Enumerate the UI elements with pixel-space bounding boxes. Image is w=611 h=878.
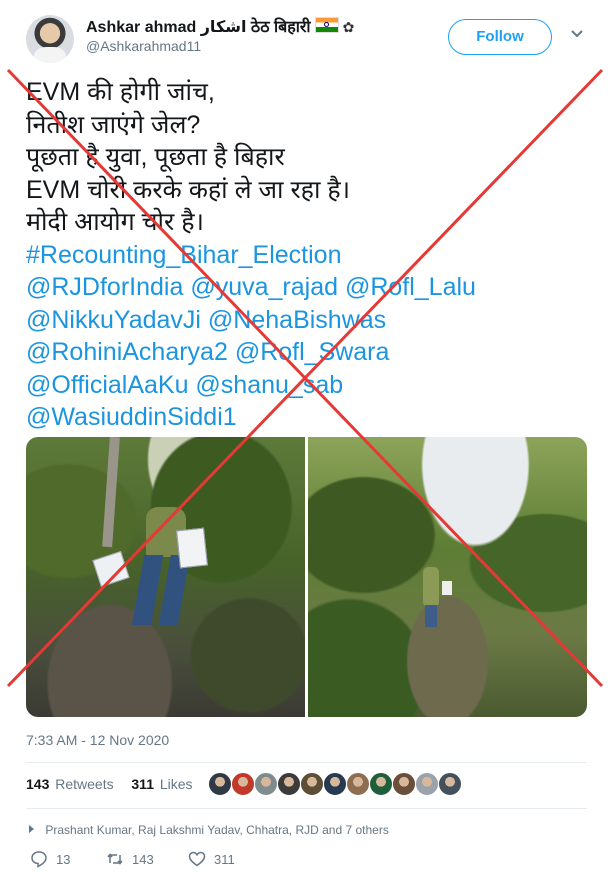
retweet-button[interactable]: 143	[106, 850, 154, 868]
user-handle[interactable]: @Ashkarahmad11	[86, 38, 201, 54]
india-flag-icon	[314, 17, 339, 33]
person-legs	[425, 605, 437, 627]
liker-avatar[interactable]	[369, 772, 393, 796]
hashtag-link[interactable]: #Recounting_Bihar_Election	[26, 239, 596, 272]
likes-label[interactable]: Likes	[160, 776, 193, 792]
replied-by: Prashant Kumar, Raj Lakshmi Yadav, Chhat…	[26, 823, 389, 837]
display-name[interactable]: Ashkar ahmad اشکار ठेठ बिहारी	[86, 19, 311, 36]
likes-count[interactable]: 311	[131, 776, 154, 792]
replied-by-text[interactable]: Prashant Kumar, Raj Lakshmi Yadav, Chhat…	[45, 823, 389, 837]
liker-avatar[interactable]	[415, 772, 439, 796]
like-count: 311	[214, 852, 235, 867]
evm-box	[442, 581, 452, 595]
tweet-media	[26, 437, 587, 717]
liker-avatar[interactable]	[300, 772, 324, 796]
gear-icon: ✿	[342, 19, 355, 35]
retweet-count: 143	[132, 852, 154, 867]
tweet-line: EVM चोरी करके कहां ले जा रहा है।	[26, 175, 351, 204]
reply-button[interactable]: 13	[30, 850, 70, 868]
mention-links[interactable]: @RJDforIndia @yuva_rajad @Rofl_Lalu	[26, 271, 596, 304]
mention-links[interactable]: @RohiniAcharya2 @Rofl_Swara	[26, 336, 596, 369]
tweet-line: EVM की होगी जांच,	[26, 78, 215, 106]
retweets-label[interactable]: Retweets	[55, 776, 113, 792]
reply-count: 13	[56, 852, 71, 867]
mention-links[interactable]: @NikkuYadavJi @NehaBishwas	[26, 304, 596, 337]
liker-avatar[interactable]	[346, 772, 370, 796]
photo-left[interactable]	[26, 437, 305, 717]
liker-avatar[interactable]	[231, 772, 255, 796]
mention-links[interactable]: @WasiuddinSiddi1	[26, 401, 596, 434]
reply-icon	[30, 850, 48, 868]
liker-avatar[interactable]	[438, 772, 462, 796]
retweets-count[interactable]: 143	[26, 776, 49, 792]
display-name-row[interactable]: Ashkar ahmad اشکار ठेठ बिहारी ✿	[86, 15, 354, 37]
mention-links[interactable]: @OfficialAaKu @shanu_sab	[26, 369, 596, 402]
evm-box	[176, 527, 208, 569]
reply-arrow-icon	[26, 823, 39, 837]
photo-right[interactable]	[308, 437, 587, 717]
chevron-down-icon[interactable]	[570, 26, 584, 44]
liker-avatar[interactable]	[254, 772, 278, 796]
tweet-timestamp[interactable]: 7:33 AM - 12 Nov 2020	[26, 732, 169, 748]
liker-avatar[interactable]	[323, 772, 347, 796]
divider	[26, 762, 587, 763]
liker-avatar[interactable]	[208, 772, 232, 796]
tweet-line: मोदी आयोग चोर है।	[26, 208, 204, 236]
heart-icon	[188, 850, 206, 868]
tweet-header: Ashkar ahmad اشکار ठेठ बिहारी ✿ @Ashkarah…	[0, 0, 611, 70]
retweet-icon	[106, 850, 124, 868]
liker-avatar[interactable]	[392, 772, 416, 796]
liker-avatar[interactable]	[277, 772, 301, 796]
tweet-line: पूछता है युवा, पूछता है बिहार	[26, 143, 285, 171]
like-button[interactable]: 311	[188, 850, 235, 868]
tree-trunk	[102, 437, 120, 548]
person-figure	[423, 567, 439, 607]
evm-box	[92, 551, 130, 587]
tweet-line: नितीश जाएंगे जेल?	[26, 110, 201, 139]
tweet-stats: 143 Retweets 311 Likes	[26, 776, 193, 792]
avatar[interactable]	[26, 15, 74, 63]
follow-button[interactable]: Follow	[448, 19, 552, 55]
divider	[26, 808, 587, 809]
tweet-text: EVM की होगी जांच, नितीश जाएंगे जेल? पूछत…	[26, 76, 596, 434]
